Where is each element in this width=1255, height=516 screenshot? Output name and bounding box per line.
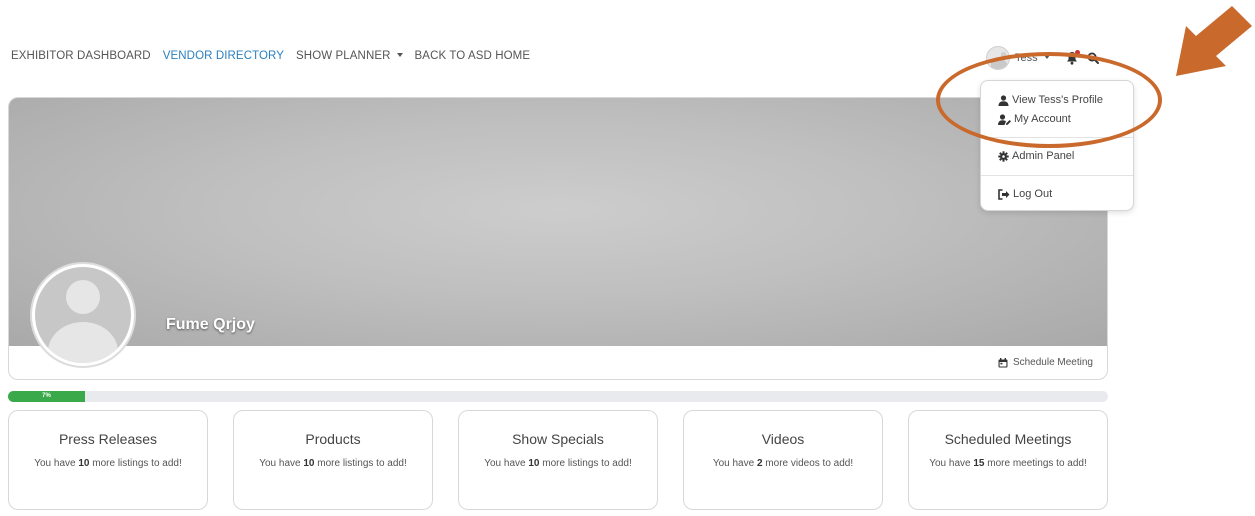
card-description: You have 2 more videos to add! (712, 458, 854, 469)
user-icon (998, 94, 1009, 106)
gear-icon (998, 150, 1009, 162)
card-count: 15 (973, 458, 985, 469)
menu-divider (981, 175, 1133, 176)
user-edit-icon (998, 113, 1011, 125)
card-videos[interactable]: Videos You have 2 more videos to add! (683, 410, 883, 510)
progress-fill: 7% (8, 391, 85, 402)
nav-back-to-asd-home[interactable]: BACK TO ASD HOME (415, 50, 531, 62)
user-avatar (986, 46, 1010, 70)
card-title: Press Releases (58, 431, 158, 447)
card-title: Products (305, 431, 361, 447)
notification-dot (1074, 50, 1080, 55)
profile-card: Fume Qrjoy Schedule Meeting (8, 97, 1108, 380)
menu-item-log-out[interactable]: Log Out (998, 188, 1052, 200)
notifications-button[interactable] (1066, 50, 1080, 65)
menu-item-view-profile[interactable]: View Tess's Profile (998, 94, 1103, 106)
menu-item-label: Log Out (1013, 188, 1053, 200)
card-description: You have 15 more meetings to add! (929, 458, 1087, 469)
user-menu-toggle[interactable]: Tess (986, 46, 1050, 70)
menu-item-label: Admin Panel (1012, 150, 1075, 162)
chevron-down-icon (396, 52, 403, 57)
schedule-meeting-button[interactable]: Schedule Meeting (998, 357, 1093, 368)
company-avatar (30, 262, 136, 368)
card-show-specials[interactable]: Show Specials You have 10 more listings … (458, 410, 658, 510)
main-nav-links: EXHIBITOR DASHBOARD VENDOR DIRECTORY SHO… (11, 50, 530, 62)
listing-cards: Press Releases You have 10 more listings… (8, 410, 1108, 510)
user-area: Tess (986, 46, 1099, 70)
card-count: 10 (528, 458, 540, 469)
nav-vendor-directory[interactable]: VENDOR DIRECTORY (163, 50, 284, 62)
card-scheduled-meetings[interactable]: Scheduled Meetings You have 15 more meet… (908, 410, 1108, 510)
card-count: 10 (303, 458, 315, 469)
menu-item-admin-panel[interactable]: Admin Panel (998, 150, 1074, 162)
user-dropdown-menu: View Tess's Profile My Account Admin Pan… (980, 80, 1134, 211)
card-products[interactable]: Products You have 10 more listings to ad… (233, 410, 433, 510)
nav-show-planner-label: SHOW PLANNER (296, 50, 391, 62)
card-title: Scheduled Meetings (944, 431, 1072, 447)
cover-banner: Fume Qrjoy (9, 98, 1107, 346)
card-description: You have 10 more listings to add! (484, 458, 632, 469)
search-icon[interactable] (1087, 52, 1099, 64)
pointer-arrow-icon (1176, 6, 1252, 76)
top-navigation: EXHIBITOR DASHBOARD VENDOR DIRECTORY SHO… (0, 44, 1255, 72)
profile-completion-progress: 7% (8, 391, 1108, 402)
chevron-down-icon (1043, 55, 1050, 59)
company-name: Fume Qrjoy (166, 316, 255, 333)
calendar-icon (998, 357, 1008, 367)
menu-item-label: View Tess's Profile (1012, 94, 1103, 106)
menu-item-label: My Account (1014, 113, 1071, 125)
schedule-meeting-label: Schedule Meeting (1012, 357, 1093, 368)
logout-icon (998, 188, 1010, 200)
menu-divider (981, 137, 1133, 138)
card-press-releases[interactable]: Press Releases You have 10 more listings… (8, 410, 208, 510)
card-count: 10 (78, 458, 90, 469)
card-description: You have 10 more listings to add! (259, 458, 407, 469)
card-title: Show Specials (512, 431, 604, 447)
nav-show-planner[interactable]: SHOW PLANNER (296, 50, 403, 62)
user-name: Tess (1015, 52, 1038, 64)
menu-item-my-account[interactable]: My Account (998, 113, 1071, 125)
card-description: You have 10 more listings to add! (34, 458, 182, 469)
card-title: Videos (761, 431, 805, 447)
nav-exhibitor-dashboard[interactable]: EXHIBITOR DASHBOARD (11, 50, 151, 62)
